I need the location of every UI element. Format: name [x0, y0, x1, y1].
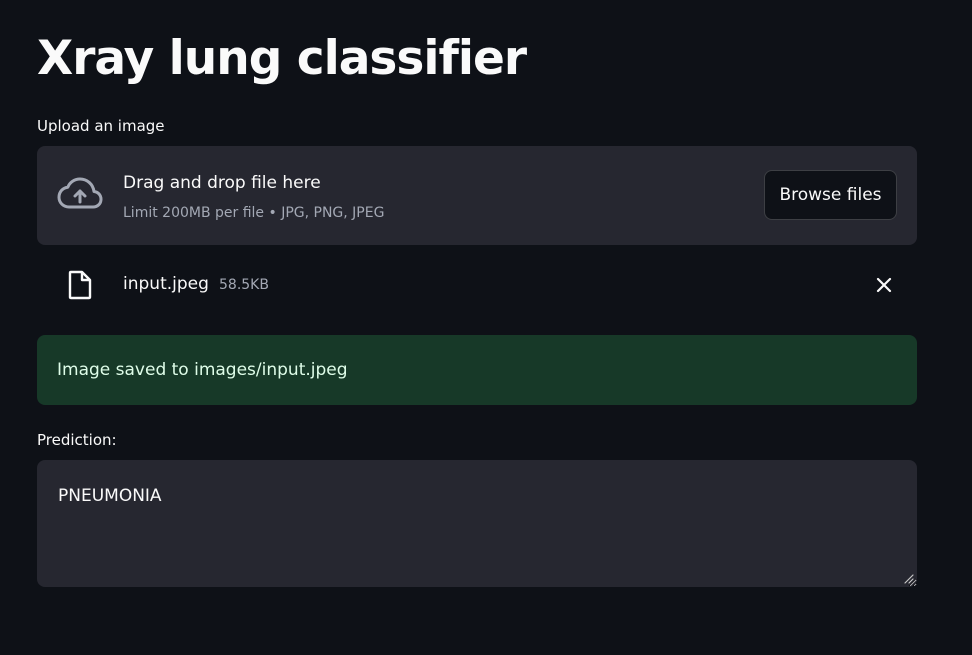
uploaded-file-name: input.jpeg [123, 274, 209, 294]
app-root: Xray lung classifier Upload an image Dra… [0, 0, 972, 655]
file-icon [68, 270, 92, 300]
upload-label: Upload an image [37, 117, 165, 135]
uploaded-file-size: 58.5KB [219, 277, 269, 293]
file-dropzone[interactable]: Drag and drop file here Limit 200MB per … [37, 146, 917, 245]
prediction-textarea[interactable]: PNEUMONIA [37, 460, 917, 587]
close-icon[interactable] [873, 274, 895, 296]
browse-files-button[interactable]: Browse files [764, 170, 897, 220]
page-title: Xray lung classifier [37, 31, 527, 86]
dropzone-title: Drag and drop file here [123, 173, 321, 193]
prediction-label: Prediction: [37, 431, 117, 449]
cloud-upload-icon [57, 177, 103, 209]
uploaded-file-row: input.jpeg 58.5KB [37, 262, 917, 308]
dropzone-limit-text: Limit 200MB per file • JPG, PNG, JPEG [123, 205, 385, 221]
success-alert: Image saved to images/input.jpeg [37, 335, 917, 405]
success-message: Image saved to images/input.jpeg [57, 360, 348, 380]
